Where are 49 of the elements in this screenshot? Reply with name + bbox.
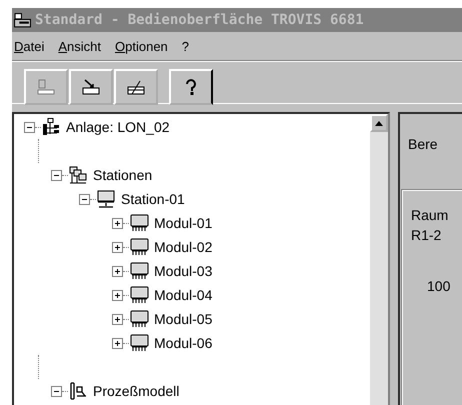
up-arrow-icon	[375, 120, 383, 126]
section-heading: Bere	[408, 136, 439, 152]
scrollbar[interactable]	[370, 114, 388, 405]
collapse-toggle[interactable]	[79, 194, 90, 204]
window-title: Standard - Bedienoberfläche TROVIS 6681	[35, 12, 364, 28]
tree-item[interactable]: Modul-02	[154, 239, 212, 255]
expand-toggle[interactable]	[112, 266, 123, 276]
expand-toggle[interactable]	[112, 218, 123, 228]
toolbar-button[interactable]	[114, 69, 158, 105]
arrow-tray-icon	[81, 78, 101, 96]
chip-icon	[129, 262, 149, 280]
tree-item[interactable]: Modul-01	[154, 215, 212, 231]
toolbar-button[interactable]	[69, 69, 113, 105]
tree-item[interactable]: Prozeßmodell	[93, 383, 180, 399]
expand-toggle[interactable]	[112, 242, 123, 252]
expand-toggle[interactable]	[112, 314, 123, 324]
toolbar-button[interactable]	[169, 69, 213, 105]
tree-item[interactable]: Modul-03	[154, 263, 212, 279]
tree-item[interactable]: Modul-04	[154, 287, 212, 303]
tray-icon	[126, 78, 146, 96]
computer-icon	[96, 190, 116, 208]
menu-item[interactable]: Datei	[14, 38, 44, 54]
chip-icon	[129, 238, 149, 256]
expand-toggle[interactable]	[112, 338, 123, 348]
scroll-up-button[interactable]	[370, 114, 388, 132]
network-icon	[68, 166, 88, 184]
tree-item[interactable]: Modul-06	[154, 335, 212, 351]
diagram-icon	[68, 382, 88, 400]
room-code: R1-2	[411, 226, 442, 245]
collapse-toggle[interactable]	[24, 122, 35, 132]
menu-item[interactable]: ?	[182, 38, 190, 54]
computer-icon	[14, 12, 31, 28]
chip-icon	[129, 214, 149, 232]
tree-item[interactable]: Stationen	[93, 167, 152, 183]
network-icon	[41, 118, 61, 136]
chip-icon	[129, 310, 149, 328]
menu-item[interactable]: Optionen	[115, 38, 168, 54]
collapse-toggle[interactable]	[51, 386, 62, 396]
collapse-toggle[interactable]	[51, 170, 62, 180]
tree-item[interactable]: Anlage: LON_02	[66, 119, 170, 135]
chip-icon	[129, 286, 149, 304]
tree-item[interactable]: Modul-05	[154, 311, 212, 327]
expand-toggle[interactable]	[112, 290, 123, 300]
tree-item[interactable]: Station-01	[121, 191, 185, 207]
room-label: Raum	[411, 206, 450, 225]
menu-item[interactable]: Ansicht	[58, 38, 101, 54]
chip-icon	[129, 334, 149, 352]
value-text: 100	[427, 278, 452, 294]
device-icon	[36, 78, 56, 96]
